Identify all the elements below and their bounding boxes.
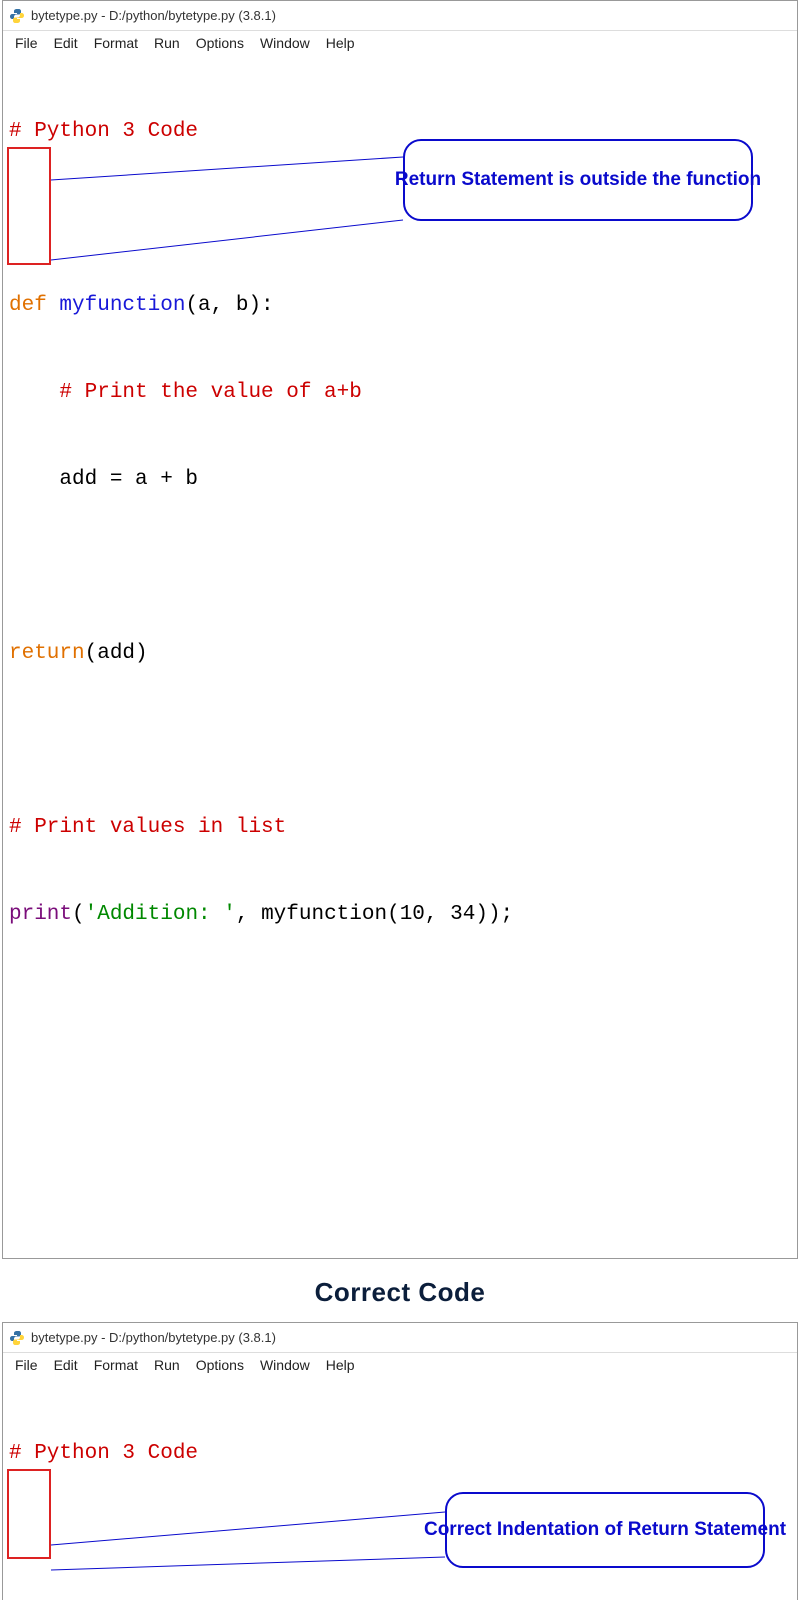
code-comment: # Python 3 Code bbox=[9, 1442, 198, 1465]
titlebar: bytetype.py - D:/python/bytetype.py (3.8… bbox=[3, 1, 797, 31]
code-text: )); bbox=[475, 903, 513, 926]
code-text: (a, b): bbox=[185, 294, 273, 317]
code-keyword-return: return bbox=[9, 642, 85, 665]
window-title: bytetype.py - D:/python/bytetype.py (3.8… bbox=[31, 8, 276, 23]
code-string: 'Addition: ' bbox=[85, 903, 236, 926]
menu-help[interactable]: Help bbox=[318, 33, 363, 53]
menubar: File Edit Format Run Options Window Help bbox=[3, 31, 797, 55]
code-area-correct[interactable]: # Python 3 Code def myfunction(a, b): # … bbox=[3, 1377, 797, 1600]
window-title: bytetype.py - D:/python/bytetype.py (3.8… bbox=[31, 1330, 276, 1345]
menu-window[interactable]: Window bbox=[252, 1355, 318, 1375]
code-text: , myfunction( bbox=[236, 903, 400, 926]
code-text: ( bbox=[72, 903, 85, 926]
callout-error: Return Statement is outside the function bbox=[403, 139, 753, 221]
titlebar: bytetype.py - D:/python/bytetype.py (3.8… bbox=[3, 1323, 797, 1353]
menu-help[interactable]: Help bbox=[318, 1355, 363, 1375]
code-comment: # Print the value of a+b bbox=[9, 381, 362, 404]
menu-file[interactable]: File bbox=[7, 1355, 46, 1375]
menubar: File Edit Format Run Options Window Help bbox=[3, 1353, 797, 1377]
code-comment: # Python 3 Code bbox=[9, 120, 198, 143]
callout-text: Correct Indentation of Return Statement bbox=[424, 1518, 786, 1543]
code-builtin-print: print bbox=[9, 903, 72, 926]
menu-format[interactable]: Format bbox=[86, 1355, 146, 1375]
code-func-name: myfunction bbox=[47, 294, 186, 317]
code-keyword-def: def bbox=[9, 294, 47, 317]
callout-correct: Correct Indentation of Return Statement bbox=[445, 1492, 765, 1568]
code-text: , bbox=[425, 903, 450, 926]
editor-window-incorrect: bytetype.py - D:/python/bytetype.py (3.8… bbox=[2, 0, 798, 1259]
menu-options[interactable]: Options bbox=[188, 1355, 252, 1375]
menu-options[interactable]: Options bbox=[188, 33, 252, 53]
python-file-icon bbox=[9, 1330, 25, 1346]
menu-run[interactable]: Run bbox=[146, 1355, 188, 1375]
python-file-icon bbox=[9, 8, 25, 24]
menu-format[interactable]: Format bbox=[86, 33, 146, 53]
code-area-incorrect[interactable]: # Python 3 Code def myfunction(a, b): # … bbox=[3, 55, 797, 1258]
menu-edit[interactable]: Edit bbox=[46, 1355, 86, 1375]
code-number: 34 bbox=[450, 903, 475, 926]
section-label-correct-code: Correct Code bbox=[0, 1277, 800, 1308]
code-comment: # Print values in list bbox=[9, 816, 286, 839]
menu-edit[interactable]: Edit bbox=[46, 33, 86, 53]
menu-file[interactable]: File bbox=[7, 33, 46, 53]
code-text: add = a + b bbox=[9, 468, 198, 491]
code-number: 10 bbox=[400, 903, 425, 926]
callout-text: Return Statement is outside the function bbox=[395, 168, 761, 193]
editor-window-correct: bytetype.py - D:/python/bytetype.py (3.8… bbox=[2, 1322, 798, 1600]
menu-window[interactable]: Window bbox=[252, 33, 318, 53]
code-text: (add) bbox=[85, 642, 148, 665]
menu-run[interactable]: Run bbox=[146, 33, 188, 53]
